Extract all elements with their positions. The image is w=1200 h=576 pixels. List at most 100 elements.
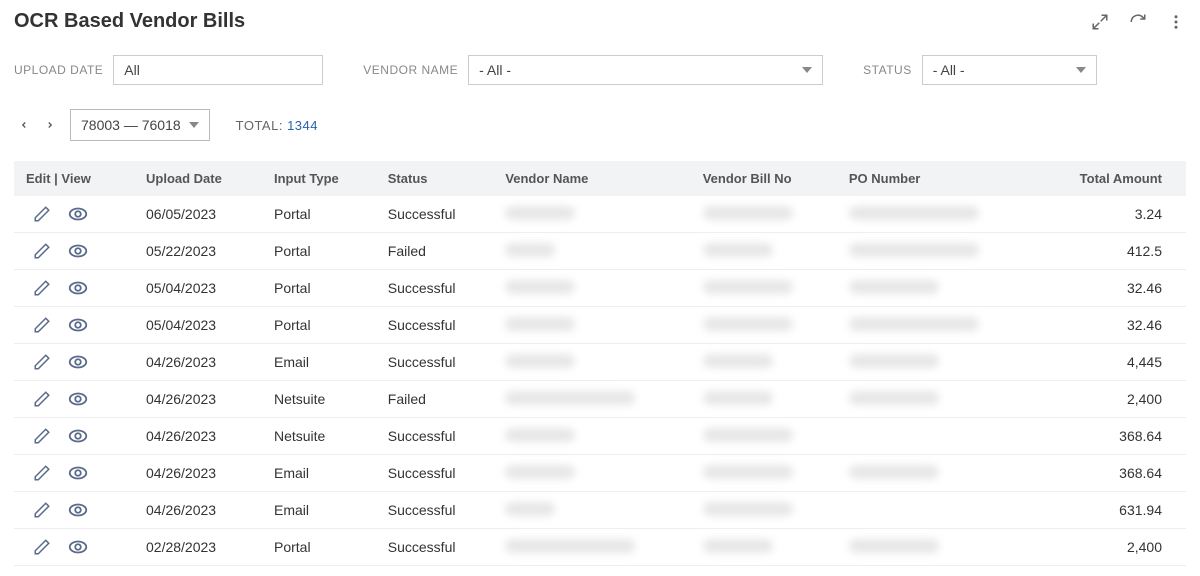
redacted-value [703,354,773,368]
view-icon[interactable] [68,537,88,557]
filter-label-upload-date: UPLOAD DATE [14,63,103,77]
cell-vendor-bill-no [691,455,837,492]
cell-total-amount: 2,400 [1034,529,1186,566]
cell-input-type: Netsuite [262,381,376,418]
cell-po-number [837,196,1034,233]
cell-status: Successful [376,270,494,307]
table-row: 02/28/2023PortalSuccessful2,400 [14,529,1186,566]
edit-icon[interactable] [32,389,52,409]
cell-total-amount: 4,445 [1034,344,1186,381]
expand-icon[interactable] [1090,12,1110,32]
col-editview[interactable]: Edit | View [14,161,134,196]
col-total-amount[interactable]: Total Amount [1034,161,1186,196]
table-row: 04/26/2023NetsuiteSuccessful368.64 [14,418,1186,455]
redacted-value [505,354,575,368]
view-icon[interactable] [68,463,88,483]
cell-po-number [837,529,1034,566]
cell-po-number [837,344,1034,381]
pager-prev-button[interactable] [18,116,30,134]
cell-vendor-bill-no [691,492,837,529]
filter-select-vendor-name[interactable]: - All - [468,55,823,85]
col-upload-date[interactable]: Upload Date [134,161,262,196]
page-header: OCR Based Vendor Bills [14,10,1186,33]
cell-total-amount: 3.24 [1034,196,1186,233]
refresh-icon[interactable] [1128,12,1148,32]
table-row: 04/26/2023NetsuiteFailed 2,400 [14,381,1186,418]
cell-po-number [837,233,1034,270]
filter-label-status: STATUS [863,63,912,77]
redacted-value [703,317,793,331]
view-icon[interactable] [68,241,88,261]
redacted-value [849,280,939,294]
cell-vendor-name [493,307,690,344]
cell-po-number [837,307,1034,344]
filter-label-vendor-name: VENDOR NAME [363,63,458,77]
edit-icon[interactable] [32,352,52,372]
view-icon[interactable] [68,204,88,224]
edit-icon[interactable] [32,500,52,520]
cell-input-type: Portal [262,196,376,233]
cell-total-amount: 368.64 [1034,455,1186,492]
cell-status: Failed [376,381,494,418]
redacted-value [703,206,793,220]
view-icon[interactable] [68,389,88,409]
cell-status: Successful [376,344,494,381]
view-icon[interactable] [68,500,88,520]
redacted-value [505,317,575,331]
view-icon[interactable] [68,352,88,372]
more-menu-icon[interactable] [1166,12,1186,32]
table-row: 04/26/2023EmailSuccessful 4,445 [14,344,1186,381]
edit-icon[interactable] [32,463,52,483]
cell-total-amount: 412.5 [1034,233,1186,270]
cell-total-amount: 631.94 [1034,492,1186,529]
cell-vendor-name [493,455,690,492]
cell-upload-date: 04/26/2023 [134,381,262,418]
cell-vendor-bill-no [691,418,837,455]
cell-upload-date: 05/04/2023 [134,307,262,344]
cell-upload-date: 04/26/2023 [134,455,262,492]
edit-icon[interactable] [32,315,52,335]
redacted-value [849,243,979,257]
cell-po-number [837,270,1034,307]
cell-status: Successful [376,492,494,529]
redacted-value [505,465,575,479]
table-row: 04/26/2023EmailSuccessful368.64 [14,455,1186,492]
pager-range-select[interactable]: 78003 — 76018 [70,109,210,141]
filter-value-status: - All - [933,62,965,78]
table-row: 04/26/2023EmailSuccessful631.94 [14,492,1186,529]
table-row: 05/04/2023PortalSuccessful32.46 [14,307,1186,344]
filter-input-upload-date[interactable]: All [113,55,323,85]
cell-total-amount: 32.46 [1034,307,1186,344]
edit-icon[interactable] [32,278,52,298]
cell-input-type: Email [262,344,376,381]
cell-upload-date: 04/26/2023 [134,344,262,381]
col-status[interactable]: Status [376,161,494,196]
view-icon[interactable] [68,426,88,446]
filter-select-status[interactable]: - All - [922,55,1097,85]
col-input-type[interactable]: Input Type [262,161,376,196]
filter-bar: UPLOAD DATE All VENDOR NAME - All - STAT… [14,55,1186,85]
edit-icon[interactable] [32,204,52,224]
view-icon[interactable] [68,315,88,335]
redacted-value [849,539,939,553]
total-label: TOTAL: 1344 [236,118,318,133]
cell-upload-date: 04/26/2023 [134,418,262,455]
cell-total-amount: 2,400 [1034,381,1186,418]
edit-icon[interactable] [32,537,52,557]
cell-input-type: Portal [262,529,376,566]
cell-po-number [837,455,1034,492]
col-vendor-name[interactable]: Vendor Name [493,161,690,196]
edit-icon[interactable] [32,241,52,261]
pager-range-value: 78003 — 76018 [81,117,181,133]
col-vendor-bill-no[interactable]: Vendor Bill No [691,161,837,196]
pager-next-button[interactable] [44,116,56,134]
cell-vendor-name [493,233,690,270]
cell-input-type: Email [262,492,376,529]
cell-vendor-bill-no [691,233,837,270]
col-po-number[interactable]: PO Number [837,161,1034,196]
edit-icon[interactable] [32,426,52,446]
cell-vendor-name [493,529,690,566]
pager-row: 78003 — 76018 TOTAL: 1344 [14,109,1186,141]
view-icon[interactable] [68,278,88,298]
redacted-value [505,280,575,294]
